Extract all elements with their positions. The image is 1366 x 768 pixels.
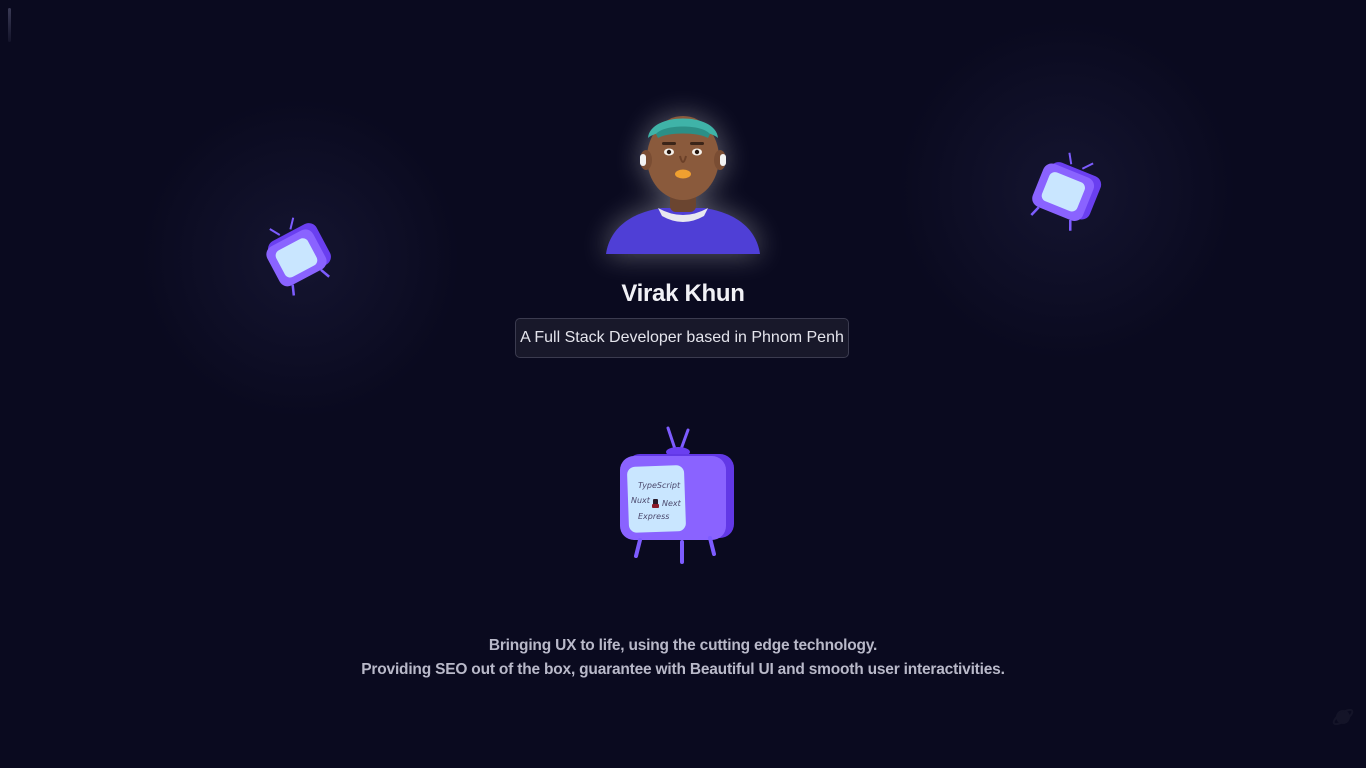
theme-toggle-button[interactable] xyxy=(1330,704,1356,730)
tv-label-nuxt: Nuxt xyxy=(631,496,650,505)
floating-tv-right xyxy=(1022,152,1108,234)
avatar xyxy=(598,98,768,258)
tv-label-express: Express xyxy=(638,512,670,521)
tv-label-typescript: TypeScript xyxy=(638,481,681,490)
profile-tagline: A Full Stack Developer based in Phnom Pe… xyxy=(515,318,849,358)
tv-label-next: Next xyxy=(662,499,681,508)
avatar-illustration xyxy=(606,116,760,254)
description-line-2: Providing SEO out of the box, guarantee … xyxy=(361,661,1005,678)
tech-stack-tv: TypeScript Nuxt Next Express xyxy=(612,424,742,566)
description: Bringing UX to life, using the cutting e… xyxy=(0,634,1366,682)
page: Virak Khun A Full Stack Developer based … xyxy=(0,0,1366,768)
floating-tv-left xyxy=(258,214,342,298)
scroll-indicator[interactable] xyxy=(8,8,11,42)
description-line-1: Bringing UX to life, using the cutting e… xyxy=(488,637,878,654)
planet-icon xyxy=(1332,708,1354,726)
profile-name: Virak Khun xyxy=(621,280,745,307)
